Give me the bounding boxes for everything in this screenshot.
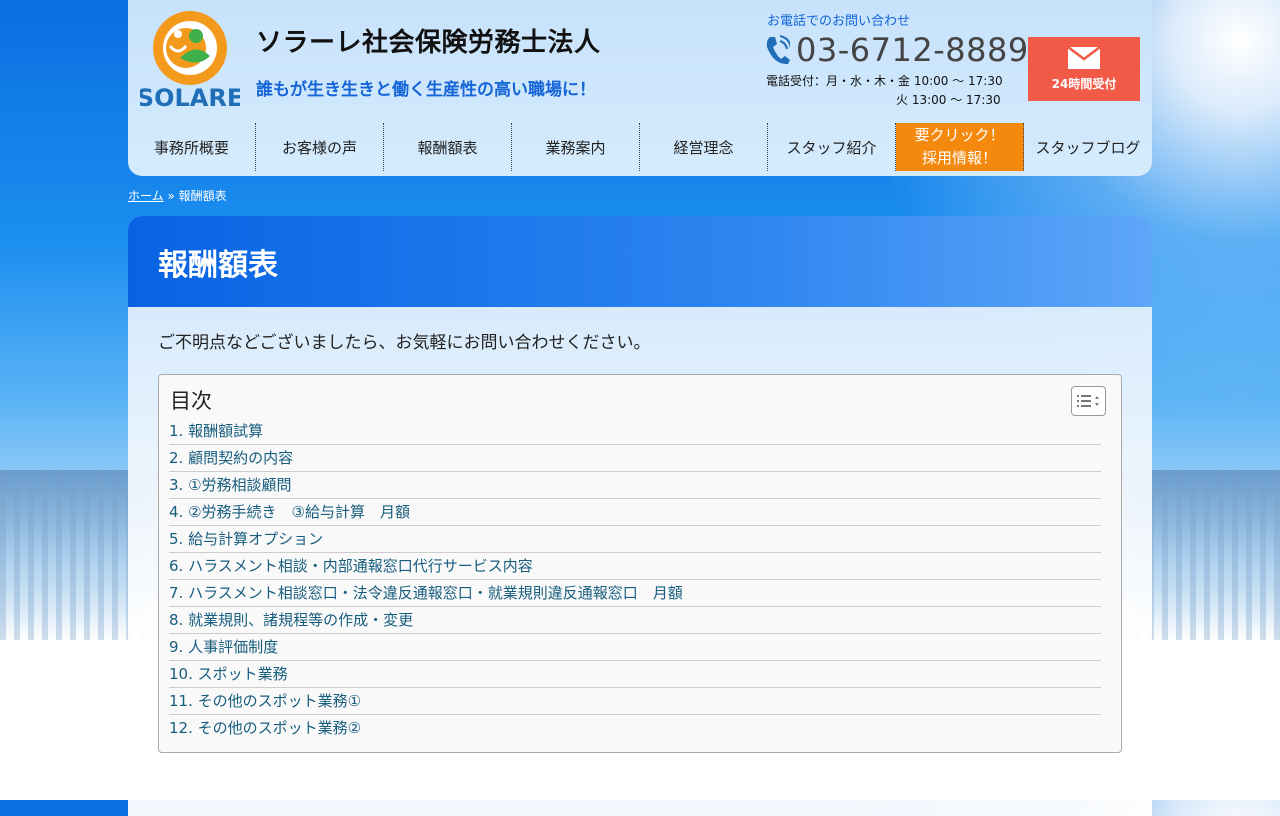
toc-item[interactable]: 9. 人事評価制度 (169, 634, 1101, 661)
mail-icon (1068, 46, 1100, 69)
site-title[interactable]: ソラーレ社会保険労務士法人 (256, 22, 601, 59)
main-content: 報酬額表 ご不明点などございましたら、お気軽にお問い合わせください。 目次 1.… (128, 216, 1152, 816)
toc-toggle-button[interactable] (1071, 386, 1106, 416)
nav-item-office[interactable]: 事務所概要 (128, 123, 256, 171)
phone-row[interactable]: 03-6712-8889 (764, 32, 1029, 68)
page-title: 報酬額表 (158, 247, 278, 283)
toc-title: 目次 (170, 389, 212, 413)
solare-logo[interactable]: SOLARE (140, 6, 240, 108)
mail-button-label: 24時間受付 (1051, 76, 1117, 91)
table-of-contents: 目次 1. 報酬額試算 2. 顧問契約の内容 3. ①労務相談顧問 4. ②労務… (158, 374, 1122, 753)
list-icon (1076, 395, 1099, 407)
toc-item[interactable]: 1. 報酬額試算 (169, 418, 1101, 445)
nav-recruit-line1: 要クリック！ (914, 126, 1005, 144)
toc-item[interactable]: 5. 給与計算オプション (169, 526, 1101, 553)
phone-icon (766, 35, 790, 65)
page-wrapper: SOLARE ソラーレ社会保険労務士法人 誰もが生き生きと働く生産性の高い職場に… (128, 0, 1152, 816)
breadcrumb-current: 報酬額表 (178, 189, 227, 203)
hours-tuesday: 火 13:00 〜 17:30 (896, 93, 1001, 107)
tagline: 誰もが生き生きと働く生産性の高い職場に！ (256, 80, 596, 100)
toc-item[interactable]: 7. ハラスメント相談窓口・法令違反通報窓口・就業規則違反通報窓口 月額 (169, 580, 1101, 607)
hours-weekday: 電話受付：月・水・木・金 10:00 〜 17:30 (766, 74, 1003, 88)
toc-item[interactable]: 3. ①労務相談顧問 (169, 472, 1101, 499)
toc-item[interactable]: 4. ②労務手続き ③給与計算 月額 (169, 499, 1101, 526)
main-nav: 事務所概要 お客様の声 報酬額表 業務案内 経営理念 スタッフ紹介 要クリック！… (128, 123, 1152, 171)
intro-text: ご不明点などございましたら、お気軽にお問い合わせください。 (158, 333, 651, 353)
nav-item-fees[interactable]: 報酬額表 (384, 123, 512, 171)
toc-item[interactable]: 12. その他のスポット業務② (169, 715, 1101, 741)
contact-heading: お電話でのお問い合わせ (767, 14, 911, 29)
toc-list: 1. 報酬額試算 2. 顧問契約の内容 3. ①労務相談顧問 4. ②労務手続き… (169, 418, 1101, 741)
nav-item-philosophy[interactable]: 経営理念 (640, 123, 768, 171)
breadcrumb-separator: » (163, 189, 179, 203)
nav-item-recruit[interactable]: 要クリック！ 採用情報！ (896, 123, 1024, 171)
logo-text: SOLARE (140, 84, 240, 108)
toc-item[interactable]: 11. その他のスポット業務① (169, 688, 1101, 715)
nav-item-testimonials[interactable]: お客様の声 (256, 123, 384, 171)
site-header: SOLARE ソラーレ社会保険労務士法人 誰もが生き生きと働く生産性の高い職場に… (128, 0, 1152, 176)
breadcrumb: ホーム » 報酬額表 (128, 187, 227, 204)
toc-item[interactable]: 2. 顧問契約の内容 (169, 445, 1101, 472)
toc-item[interactable]: 6. ハラスメント相談・内部通報窓口代行サービス内容 (169, 553, 1101, 580)
nav-recruit-line2: 採用情報！ (921, 149, 997, 167)
breadcrumb-home-link[interactable]: ホーム (128, 189, 164, 203)
page-title-bar: 報酬額表 (128, 216, 1152, 307)
nav-item-services[interactable]: 業務案内 (512, 123, 640, 171)
toc-item[interactable]: 10. スポット業務 (169, 661, 1101, 688)
toc-item[interactable]: 8. 就業規則、諸規程等の作成・変更 (169, 607, 1101, 634)
nav-item-staff[interactable]: スタッフ紹介 (768, 123, 896, 171)
mail-contact-button[interactable]: 24時間受付 (1028, 37, 1140, 101)
phone-number[interactable]: 03-6712-8889 (796, 32, 1029, 68)
nav-item-blog[interactable]: スタッフブログ (1024, 123, 1152, 171)
